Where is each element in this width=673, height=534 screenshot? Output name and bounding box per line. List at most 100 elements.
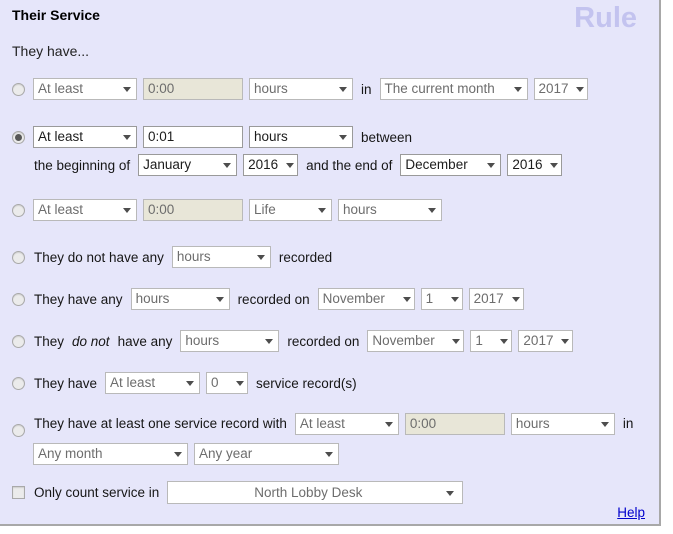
chevron-down-icon xyxy=(561,339,570,344)
option-row-hours-between-dates[interactable]: At least 0:01 hours between the beginnin… xyxy=(12,126,563,176)
select-any-year[interactable]: Any year xyxy=(194,443,339,465)
select-day-6[interactable]: 1 xyxy=(470,330,513,352)
select-any-month[interactable]: Any month xyxy=(33,443,188,465)
option-row-service-record-count[interactable]: They have At least 0 service record(s) xyxy=(12,372,358,394)
chevron-down-icon xyxy=(511,297,520,302)
select-end-month[interactable]: December xyxy=(400,154,502,176)
checkbox-only-count-service[interactable] xyxy=(12,486,25,499)
label-end-of: and the end of xyxy=(306,157,393,173)
select-month-5-value: November xyxy=(322,291,385,306)
chevron-down-icon xyxy=(123,135,131,140)
chevron-down-icon xyxy=(452,339,461,344)
radio-hours-between-dates[interactable] xyxy=(12,130,25,144)
select-unit-6[interactable]: hours xyxy=(180,330,280,352)
select-comparator-1[interactable]: At least xyxy=(33,78,137,100)
select-start-year[interactable]: 2016 xyxy=(243,154,299,176)
label-beginning-of: the beginning of xyxy=(34,157,131,173)
input-amount-1[interactable]: 0:00 xyxy=(143,78,243,100)
select-end-year-value: 2016 xyxy=(512,157,543,172)
select-unit-5[interactable]: hours xyxy=(130,288,230,310)
chevron-down-icon xyxy=(123,208,131,213)
label-no-hours-prefix: They do not have any xyxy=(34,249,164,265)
label-no-hours-date-prefix-a: They xyxy=(34,333,65,349)
radio-no-hours-on-date[interactable] xyxy=(12,334,25,348)
select-service-location-value: North Lobby Desk xyxy=(254,485,363,500)
select-year-5[interactable]: 2017 xyxy=(468,288,524,310)
select-scope-3[interactable]: Life xyxy=(249,199,332,221)
label-any-hours-prefix: They have any xyxy=(34,291,123,307)
subtitle-they-have: They have... xyxy=(12,43,90,59)
select-month-5[interactable]: November xyxy=(317,288,415,310)
select-unit-1[interactable]: hours xyxy=(249,78,353,100)
select-day-5-value: 1 xyxy=(425,291,434,306)
option-row-no-hours-on-date[interactable]: They do not have any hours recorded on N… xyxy=(12,330,574,352)
label-recorded-on-6: recorded on xyxy=(287,333,360,349)
select-period-1[interactable]: The current month xyxy=(379,78,528,100)
select-unit-2[interactable]: hours xyxy=(249,126,353,148)
select-unit-3-value: hours xyxy=(343,202,377,217)
select-comparator-2[interactable]: At least xyxy=(33,126,137,148)
select-comparator-7-value: At least xyxy=(110,375,156,390)
select-day-5[interactable]: 1 xyxy=(420,288,463,310)
radio-service-record-with-hours[interactable] xyxy=(12,424,25,437)
chevron-down-icon xyxy=(500,339,509,344)
select-year-5-value: 2017 xyxy=(473,291,504,306)
label-recorded-4: recorded xyxy=(278,249,333,265)
chevron-down-icon xyxy=(174,452,182,457)
radio-no-hours-recorded[interactable] xyxy=(12,250,25,264)
chevron-down-icon xyxy=(286,163,295,168)
select-comparator-1-value: At least xyxy=(38,81,84,96)
select-record-count[interactable]: 0 xyxy=(206,372,249,394)
chevron-down-icon xyxy=(325,452,333,457)
select-unit-4[interactable]: hours xyxy=(171,246,271,268)
chevron-down-icon xyxy=(256,255,265,260)
select-start-month[interactable]: January xyxy=(138,154,238,176)
select-unit-8[interactable]: hours xyxy=(510,412,615,435)
label-between: between xyxy=(361,129,413,145)
option-row-no-hours-recorded[interactable]: They do not have any hours recorded xyxy=(12,246,333,268)
select-start-year-value: 2016 xyxy=(248,157,279,172)
select-month-6[interactable]: November xyxy=(367,330,465,352)
their-service-panel: Rule Their Service They have... At least… xyxy=(0,0,661,526)
select-scope-3-value: Life xyxy=(254,202,276,217)
option-row-service-record-with-hours[interactable]: They have at least one service record wi… xyxy=(12,410,634,465)
input-amount-3[interactable]: 0:00 xyxy=(143,199,243,221)
select-year-6[interactable]: 2017 xyxy=(518,330,574,352)
chevron-down-icon xyxy=(236,381,245,386)
help-link[interactable]: Help xyxy=(617,505,645,520)
select-any-month-value: Any month xyxy=(38,446,103,461)
chevron-down-icon xyxy=(450,297,459,302)
label-no-hours-date-emphasis: do not xyxy=(72,333,110,349)
input-amount-8[interactable]: 0:00 xyxy=(404,412,505,435)
chevron-down-icon xyxy=(215,297,224,302)
select-comparator-7[interactable]: At least xyxy=(105,372,201,394)
only-count-service-row[interactable]: Only count service in North Lobby Desk xyxy=(12,481,464,504)
chevron-down-icon xyxy=(600,421,609,427)
option-row-hours-in-period[interactable]: At least 0:00 hours in The current month… xyxy=(12,78,588,100)
select-unit-3[interactable]: hours xyxy=(338,199,442,221)
select-comparator-2-value: At least xyxy=(38,129,84,144)
select-period-1-value: The current month xyxy=(384,81,495,96)
select-end-year[interactable]: 2016 xyxy=(507,154,563,176)
select-year-6-value: 2017 xyxy=(523,333,554,348)
page-title: Their Service xyxy=(12,7,100,23)
select-comparator-3-value: At least xyxy=(38,202,84,217)
option-row-any-hours-on-date[interactable]: They have any hours recorded on November… xyxy=(12,288,524,310)
radio-any-hours-on-date[interactable] xyxy=(12,292,25,306)
radio-hours-in-period[interactable] xyxy=(12,82,25,96)
option-row-hours-life[interactable]: At least 0:00 Life hours xyxy=(12,199,442,221)
select-unit-1-value: hours xyxy=(254,81,288,96)
select-comparator-3[interactable]: At least xyxy=(33,199,137,221)
select-service-location[interactable]: North Lobby Desk xyxy=(167,481,464,504)
radio-service-record-count[interactable] xyxy=(12,376,25,390)
chevron-down-icon xyxy=(446,490,455,496)
chevron-down-icon xyxy=(265,339,274,344)
chevron-down-icon xyxy=(384,421,393,427)
input-amount-2[interactable]: 0:01 xyxy=(143,126,243,148)
select-comparator-8[interactable]: At least xyxy=(294,412,399,435)
select-year-1[interactable]: 2017 xyxy=(533,78,588,100)
select-year-1-value: 2017 xyxy=(538,81,569,96)
chevron-down-icon xyxy=(186,381,195,386)
chevron-down-icon xyxy=(513,87,522,92)
radio-hours-life[interactable] xyxy=(12,203,25,217)
